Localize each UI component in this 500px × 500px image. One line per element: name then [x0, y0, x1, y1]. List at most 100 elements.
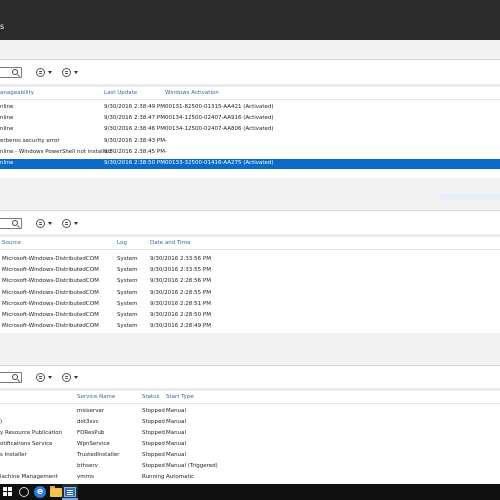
- server-row[interactable]: nline 9/30/2016 2:38:49 PM 00131-82500-0…: [0, 103, 500, 113]
- service-start-type: Manual: [166, 452, 186, 458]
- service-start-type: Automatic: [166, 474, 195, 480]
- search-icon: [12, 69, 18, 75]
- col-service-name[interactable]: Service Name: [77, 394, 115, 400]
- event-date: 9/30/2016 2:28:49 PM: [150, 323, 211, 329]
- event-row[interactable]: Microsoft-Windows-DistributedCOM System …: [0, 311, 500, 321]
- event-log: System: [117, 267, 138, 273]
- service-status: Stopped: [142, 463, 165, 469]
- servers-grid-header: anageability Last Update Windows Activat…: [0, 88, 500, 100]
- service-row[interactable]: s Installer TrustedInstaller Stopped Man…: [0, 451, 500, 461]
- server-manager-button[interactable]: [62, 484, 78, 500]
- event-source: Microsoft-Windows-DistributedCOM: [2, 267, 99, 273]
- service-start-type: Manual: [166, 419, 186, 425]
- server-last-update: 9/30/2016 2:38:49 PM: [104, 104, 165, 110]
- events-divider: [0, 234, 500, 237]
- server-activation: -: [165, 138, 167, 144]
- chevron-down-icon: [74, 71, 78, 74]
- col-last-update[interactable]: Last Update: [104, 90, 137, 96]
- col-manageability[interactable]: anageability: [0, 90, 34, 96]
- server-row[interactable]: nline 9/30/2016 2:38:46 PM 00134-12500-0…: [0, 125, 500, 135]
- server-row[interactable]: nline - Windows PowerShell not installed…: [0, 148, 500, 158]
- service-display-name: s Installer: [0, 452, 27, 458]
- server-activation: 00131-82500-01315-AA421 (Activated): [165, 104, 274, 110]
- list-options-icon: [36, 68, 45, 77]
- col-windows-activation[interactable]: Windows Activation: [165, 90, 219, 96]
- col-source[interactable]: Source: [2, 240, 21, 246]
- cortana-button[interactable]: [16, 484, 32, 500]
- chevron-down-icon: [74, 222, 78, 225]
- taskbar: e: [0, 484, 500, 500]
- event-row[interactable]: Microsoft-Windows-DistributedCOM System …: [0, 300, 500, 310]
- service-display-name: y Resource Publication: [0, 430, 63, 436]
- event-row[interactable]: Microsoft-Windows-DistributedCOM System …: [0, 322, 500, 332]
- event-date: 9/30/2016 2:28:55 PM: [150, 290, 211, 296]
- event-log: System: [117, 312, 138, 318]
- tasks-button[interactable]: [440, 193, 500, 200]
- server-row[interactable]: erberos security error 9/30/2016 2:38:43…: [0, 137, 500, 147]
- service-name: dot3svc: [77, 419, 99, 425]
- services-filter-input[interactable]: [0, 372, 22, 383]
- service-start-type: Manual: [166, 441, 186, 447]
- service-row[interactable]: y Resource Publication FDResPub Stopped …: [0, 429, 500, 439]
- server-activation: -: [165, 149, 167, 155]
- servers-save-query-button[interactable]: [62, 67, 80, 78]
- services-query-button[interactable]: [36, 372, 54, 383]
- event-source: Microsoft-Windows-DistributedCOM: [2, 290, 99, 296]
- service-name: WpnService: [77, 441, 110, 447]
- server-last-update: 9/30/2016 2:38:46 PM: [104, 126, 165, 132]
- server-activation: 00133-32500-01416-AA275 (Activated): [165, 160, 274, 166]
- service-name: FDResPub: [77, 430, 105, 436]
- search-icon: [12, 220, 18, 226]
- col-date-time[interactable]: Date and Time: [150, 240, 190, 246]
- event-row[interactable]: Microsoft-Windows-DistributedCOM System …: [0, 266, 500, 276]
- service-row[interactable]: msiserver Stopped Manual: [0, 407, 500, 417]
- servers-toolbar: [0, 64, 500, 84]
- event-row[interactable]: Microsoft-Windows-DistributedCOM System …: [0, 277, 500, 287]
- event-source: Microsoft-Windows-DistributedCOM: [2, 312, 99, 318]
- col-start-type[interactable]: Start Type: [166, 394, 194, 400]
- servers-filter-input[interactable]: [0, 67, 22, 78]
- server-last-update: 9/30/2016 2:38:47 PM: [104, 115, 165, 121]
- col-log[interactable]: Log: [117, 240, 127, 246]
- event-date: 9/30/2016 2:33:56 PM: [150, 256, 211, 262]
- event-row[interactable]: Microsoft-Windows-DistributedCOM System …: [0, 255, 500, 265]
- internet-explorer-icon: e: [34, 486, 46, 498]
- event-source: Microsoft-Windows-DistributedCOM: [2, 256, 99, 262]
- server-manageability: nline: [0, 115, 14, 121]
- events-tile-header: [0, 178, 500, 211]
- service-row[interactable]: lachine Management vmms Running Automati…: [0, 473, 500, 484]
- services-save-query-button[interactable]: [62, 372, 80, 383]
- service-row[interactable]: otifications Service WpnService Stopped …: [0, 440, 500, 450]
- events-filter-input[interactable]: [0, 218, 22, 229]
- servers-divider: [0, 84, 500, 87]
- save-query-icon: [62, 68, 71, 77]
- event-date: 9/30/2016 2:28:50 PM: [150, 312, 211, 318]
- server-row-selected[interactable]: nline 9/30/2016 2:38:50 PM 00133-32500-0…: [0, 159, 500, 169]
- event-log: System: [117, 301, 138, 307]
- start-button[interactable]: [0, 484, 16, 500]
- events-save-query-button[interactable]: [62, 218, 80, 229]
- events-query-button[interactable]: [36, 218, 54, 229]
- service-row[interactable]: ) dot3svc Stopped Manual: [0, 418, 500, 428]
- service-name: bthserv: [77, 463, 98, 469]
- server-manageability: nline - Windows PowerShell not installed: [0, 149, 112, 155]
- internet-explorer-button[interactable]: e: [32, 484, 48, 500]
- service-display-name: otifications Service: [0, 441, 53, 447]
- services-tile-header: [0, 333, 500, 366]
- server-row[interactable]: nline 9/30/2016 2:38:47 PM 00134-12500-0…: [0, 114, 500, 124]
- server-manageability: erberos security error: [0, 138, 60, 144]
- col-status[interactable]: Status: [142, 394, 160, 400]
- list-options-icon: [36, 219, 45, 228]
- service-start-type: Manual: [166, 408, 186, 414]
- service-name: msiserver: [77, 408, 105, 414]
- service-status: Stopped: [142, 408, 165, 414]
- service-row[interactable]: bthserv Stopped Manual (Triggered): [0, 462, 500, 472]
- service-display-name: lachine Management: [0, 474, 58, 480]
- windows-logo-icon: [3, 487, 13, 497]
- chevron-down-icon: [48, 376, 52, 379]
- service-name: TrustedInstaller: [77, 452, 120, 458]
- event-log: System: [117, 290, 138, 296]
- event-source: Microsoft-Windows-DistributedCOM: [2, 323, 99, 329]
- event-row[interactable]: Microsoft-Windows-DistributedCOM System …: [0, 289, 500, 299]
- servers-query-button[interactable]: [36, 67, 54, 78]
